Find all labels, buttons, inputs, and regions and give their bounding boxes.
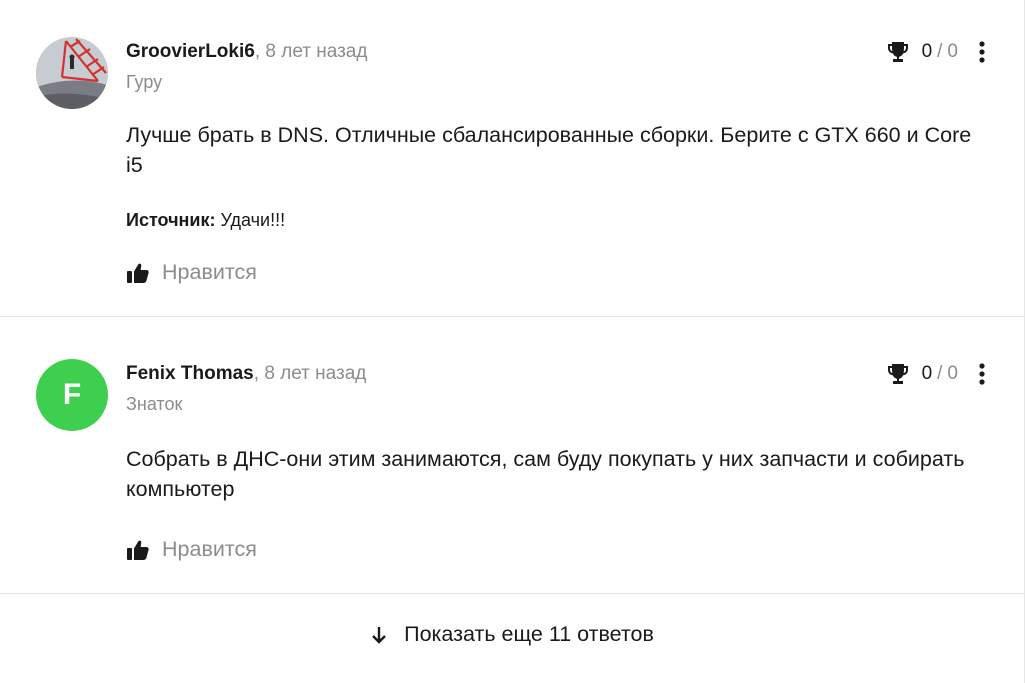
like-button[interactable]: Нравится <box>126 260 257 285</box>
like-label: Нравится <box>162 537 257 561</box>
answer-header: Fenix Thomas, 8 лет назад <box>126 362 366 386</box>
score-down: 0 <box>947 41 958 62</box>
avatar[interactable]: F <box>36 359 108 431</box>
more-menu-button[interactable] <box>972 38 992 66</box>
score-down: 0 <box>947 363 958 384</box>
trophy-icon[interactable] <box>886 362 910 386</box>
source-label: Источник: <box>126 210 216 230</box>
separator: , <box>253 363 260 384</box>
thumbs-up-icon <box>127 540 149 560</box>
avatar-letter: F <box>62 378 82 411</box>
answers-page: GroovierLoki6, 8 лет назад Гуру 0 / 0 Лу… <box>0 0 1025 683</box>
more-vertical-icon <box>979 41 985 63</box>
score: 0 / 0 <box>886 362 958 386</box>
more-menu-button[interactable] <box>972 360 992 388</box>
like-label: Нравится <box>162 260 257 284</box>
score-up: 0 <box>921 363 933 384</box>
author-name[interactable]: GroovierLoki6 <box>126 41 255 62</box>
source-value: Удачи!!! <box>220 210 286 230</box>
avatar[interactable] <box>36 37 108 109</box>
trophy-icon[interactable] <box>886 40 910 64</box>
score-separator: / <box>937 363 943 384</box>
thumbs-up-icon <box>127 263 149 283</box>
separator: , <box>254 41 261 62</box>
more-vertical-icon <box>979 363 985 385</box>
user-rank: Знаток <box>126 394 183 414</box>
score-separator: / <box>937 41 943 62</box>
timestamp[interactable]: 8 лет назад <box>264 363 366 384</box>
show-more-label: Показать еще 11 ответов <box>404 622 654 646</box>
answer-source: Источник: Удачи!!! <box>126 207 285 233</box>
answer-item: F Fenix Thomas, 8 лет назад Знаток 0 / 0… <box>0 317 1024 594</box>
answer-header: GroovierLoki6, 8 лет назад <box>126 40 367 64</box>
answer-text: Лучше брать в DNS. Отличные сбалансирова… <box>126 123 972 177</box>
score: 0 / 0 <box>886 40 958 64</box>
author-name[interactable]: Fenix Thomas <box>126 363 254 384</box>
answer-item: GroovierLoki6, 8 лет назад Гуру 0 / 0 Лу… <box>0 0 1024 317</box>
user-photo-avatar-icon <box>36 37 108 109</box>
arrow-down-icon <box>372 626 386 644</box>
user-rank: Гуру <box>126 72 163 92</box>
show-more-button[interactable]: Показать еще 11 ответов <box>0 622 1024 647</box>
answer-text: Собрать в ДНС-они этим занимаются, сам б… <box>126 447 965 501</box>
score-up: 0 <box>921 41 933 62</box>
like-button[interactable]: Нравится <box>126 537 257 562</box>
timestamp[interactable]: 8 лет назад <box>265 41 367 62</box>
